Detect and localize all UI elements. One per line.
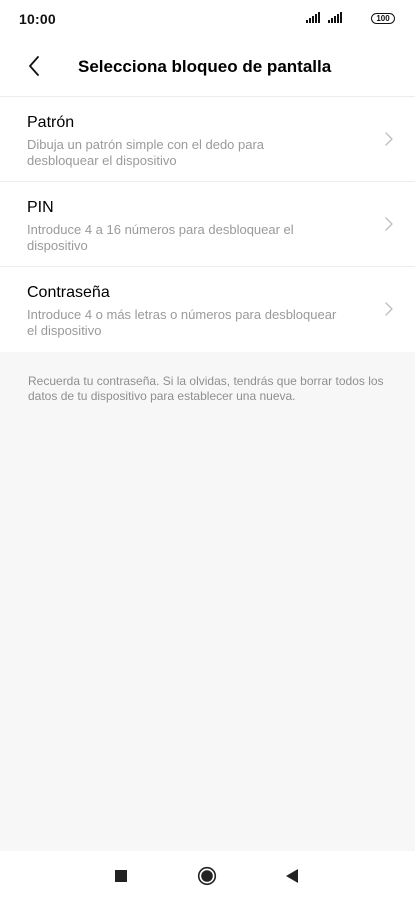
page-title: Selecciona bloqueo de pantalla <box>78 57 332 76</box>
battery-level: 100 <box>376 14 390 23</box>
chevron-left-icon <box>29 56 39 76</box>
back-button[interactable] <box>18 50 50 82</box>
navigation-bar <box>0 851 415 900</box>
home-button[interactable] <box>196 865 218 887</box>
lock-options-list: Patrón Dibuja un patrón simple con el de… <box>0 96 415 352</box>
option-title: Patrón <box>27 114 75 131</box>
battery-icon: 100 <box>371 13 395 24</box>
header: Selecciona bloqueo de pantalla <box>0 36 415 96</box>
status-time: 10:00 <box>19 11 56 27</box>
signal-icon <box>328 12 342 23</box>
recents-button[interactable] <box>110 865 132 887</box>
option-description: Introduce 4 o más letras o números para … <box>27 307 337 338</box>
signal-icon <box>306 12 320 23</box>
option-pin[interactable]: PIN Introduce 4 a 16 números para desblo… <box>0 182 415 267</box>
status-bar: 10:00 100 <box>0 0 415 36</box>
option-description: Introduce 4 a 16 números para desbloquea… <box>27 222 294 253</box>
option-pattern[interactable]: Patrón Dibuja un patrón simple con el de… <box>0 97 415 182</box>
chevron-right-icon <box>385 302 393 316</box>
password-reminder-note: Recuerda tu contraseña. Si la olvidas, t… <box>28 374 384 403</box>
chevron-right-icon <box>385 132 393 146</box>
option-description: Dibuja un patrón simple con el dedo para… <box>27 137 265 168</box>
option-password[interactable]: Contraseña Introduce 4 o más letras o nú… <box>0 267 415 352</box>
back-nav-button[interactable] <box>281 865 303 887</box>
option-title: PIN <box>27 199 54 216</box>
triangle-back-icon <box>286 869 298 883</box>
chevron-right-icon <box>385 217 393 231</box>
option-title: Contraseña <box>27 284 110 301</box>
circle-home-icon <box>197 866 217 886</box>
square-recents-icon <box>115 870 127 882</box>
